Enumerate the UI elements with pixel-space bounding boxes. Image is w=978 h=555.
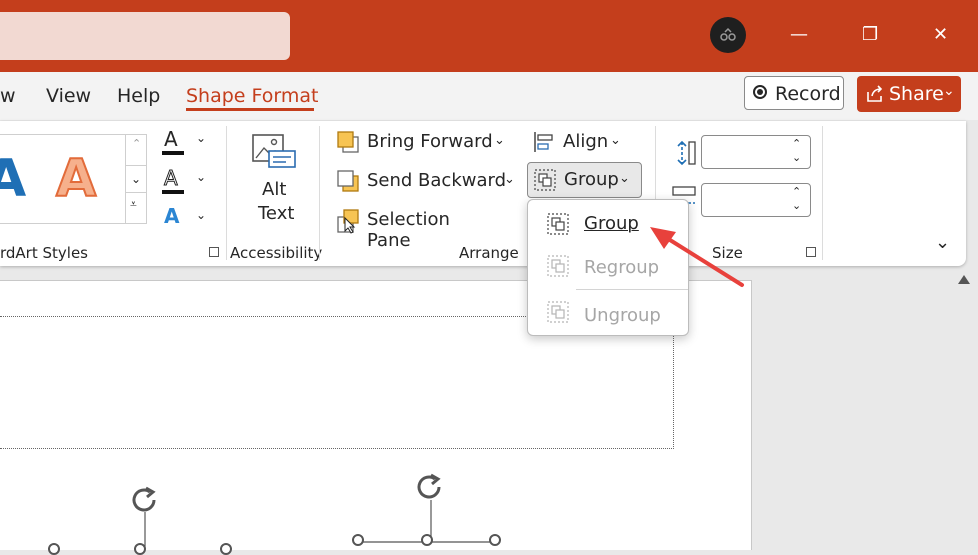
send-backward-button[interactable]: Send Backward ⌄ (336, 167, 520, 195)
share-button[interactable]: Share ⌄ (857, 76, 961, 112)
alt-text-button[interactable]: Alt Text (244, 131, 302, 231)
wordart-group-label: rdArt Styles (0, 244, 88, 262)
wordart-style-blue-icon[interactable]: A (0, 149, 26, 209)
group-separator (226, 126, 227, 260)
group-separator (319, 126, 320, 260)
bring-forward-icon (337, 131, 359, 153)
minimize-button[interactable]: — (790, 24, 808, 45)
text-fill-color-bar (162, 151, 184, 155)
record-label: Record (775, 83, 841, 105)
alt-text-label-line1: Alt (262, 179, 287, 200)
chevron-down-icon[interactable]: ⌄ (196, 131, 206, 145)
rotation-handle-icon[interactable] (411, 471, 451, 505)
shape-height-icon (677, 140, 696, 166)
tab-view[interactable]: View (46, 85, 91, 107)
selection-pane-button[interactable]: Selection Pane (336, 206, 496, 251)
dialog-launcher-icon[interactable] (209, 247, 219, 257)
arrange-group-label: Arrange (459, 244, 519, 262)
text-fill-icon: A (164, 127, 178, 151)
resize-handle[interactable] (489, 534, 501, 546)
resize-handle[interactable] (421, 534, 433, 546)
dialog-launcher-icon[interactable] (806, 247, 816, 257)
resize-handle[interactable] (220, 543, 232, 555)
group-separator (822, 126, 823, 260)
ungroup-icon (547, 301, 569, 323)
share-icon (867, 85, 883, 102)
resize-handle[interactable] (352, 534, 364, 546)
gallery-up-icon[interactable]: ⌃ (132, 137, 141, 150)
avatar-icon (720, 27, 736, 41)
tab-shape-format[interactable]: Shape Format (186, 85, 319, 107)
menu-item-label: Ungroup (584, 305, 661, 326)
record-button[interactable]: Record (744, 76, 844, 110)
annotation-arrow (650, 227, 744, 287)
wordart-style-orange-icon[interactable]: A (55, 148, 97, 210)
tab-help[interactable]: Help (117, 85, 160, 107)
text-outline-button[interactable]: A ⌄ (160, 166, 212, 196)
search-box[interactable] (0, 12, 290, 60)
ribbon-expand-chevron-icon[interactable]: ⌄ (935, 232, 950, 253)
group-dropdown-button[interactable]: Group ⌄ (527, 162, 642, 198)
avatar[interactable] (710, 17, 746, 53)
scroll-up-icon[interactable] (958, 275, 970, 284)
resize-handle[interactable] (48, 543, 60, 555)
tab-review[interactable]: w (0, 85, 16, 107)
resize-handle[interactable] (134, 543, 146, 555)
chevron-down-icon: ⌄ (619, 171, 630, 186)
wordart-gallery[interactable]: A A (0, 134, 126, 224)
spin-down-icon[interactable]: ⌄ (792, 151, 801, 164)
selection-pane-icon (337, 209, 359, 234)
spin-up-icon[interactable]: ⌃ (792, 185, 801, 198)
text-fill-button[interactable]: A ⌄ (160, 127, 212, 157)
text-effects-button[interactable]: A ⌄ (160, 204, 212, 234)
text-effects-icon: A (164, 204, 180, 228)
regroup-icon (547, 255, 569, 277)
spin-down-icon[interactable]: ⌄ (792, 199, 801, 212)
chevron-down-icon[interactable]: ⌄ (494, 133, 505, 148)
chevron-down-icon[interactable]: ⌄ (196, 208, 206, 222)
align-icon (534, 132, 553, 152)
bring-forward-label: Bring Forward (367, 131, 493, 152)
shape-width-input[interactable]: ⌃ ⌄ (701, 183, 811, 217)
chevron-down-icon[interactable]: ⌄ (196, 170, 206, 184)
alt-text-label-line2: Text (258, 203, 295, 224)
record-icon (753, 85, 767, 99)
chevron-down-icon[interactable]: ⌄ (610, 133, 621, 148)
menu-item-label: Group (584, 213, 639, 234)
group-icon (547, 213, 569, 235)
accessibility-group-label: Accessibility (230, 244, 323, 262)
rotation-handle-icon[interactable] (126, 484, 166, 518)
align-button[interactable]: Align ⌄ (532, 128, 632, 156)
close-button[interactable]: ✕ (933, 24, 948, 45)
align-label: Align (563, 131, 609, 152)
chevron-down-icon[interactable]: ⌄ (504, 172, 515, 187)
bring-forward-button[interactable]: Bring Forward ⌄ (336, 128, 520, 156)
group-icon (534, 169, 556, 191)
gallery-more-icon[interactable]: ⩡ (130, 197, 137, 212)
shape-height-input[interactable]: ⌃ ⌄ (701, 135, 811, 169)
gallery-scrollbar[interactable]: ⌃ ⌄ ⩡ (125, 134, 147, 224)
chevron-down-icon: ⌄ (943, 83, 955, 99)
gallery-down-icon[interactable]: ⌄ (126, 165, 146, 193)
restore-button[interactable]: ❐ (862, 24, 878, 45)
group-label: Group (564, 169, 619, 190)
menu-item-ungroup[interactable]: Ungroup (528, 296, 688, 336)
spin-up-icon[interactable]: ⌃ (792, 137, 801, 150)
send-backward-label: Send Backward (367, 170, 507, 191)
text-outline-icon: A (164, 166, 179, 191)
active-tab-indicator (186, 108, 314, 111)
share-label: Share (889, 83, 944, 105)
text-outline-color-bar (162, 190, 184, 194)
send-backward-icon (337, 170, 359, 192)
alt-text-icon (252, 134, 296, 168)
